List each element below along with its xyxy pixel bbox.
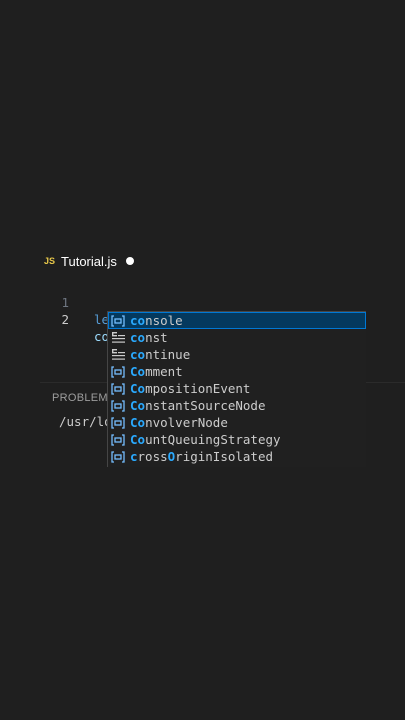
variable-icon [111, 416, 125, 429]
suggestion-item[interactable]: CompositionEvent [108, 380, 366, 397]
suggestion-item[interactable]: continue [108, 346, 366, 363]
suggestion-label: CountQueuingStrategy [130, 432, 281, 447]
variable-icon [111, 433, 125, 446]
suggestion-label: console [130, 313, 183, 328]
suggestion-label: CompositionEvent [130, 381, 251, 396]
suggestion-label: ConvolverNode [130, 415, 228, 430]
suggestion-item[interactable]: CountQueuingStrategy [108, 431, 366, 448]
suggestion-item[interactable]: ConvolverNode [108, 414, 366, 431]
variable-icon [111, 399, 125, 412]
suggestion-item[interactable]: ConstantSourceNode [108, 397, 366, 414]
tab-problems[interactable]: PROBLEMS [52, 392, 116, 404]
javascript-file-icon: JS [44, 256, 56, 266]
suggestion-label: continue [130, 347, 191, 362]
snippet-icon [111, 331, 125, 344]
variable-icon [111, 365, 125, 378]
tab-tutorial-js[interactable]: JS Tutorial.js [0, 248, 134, 274]
suggestion-label: ConstantSourceNode [130, 398, 266, 413]
variable-icon [111, 450, 125, 463]
suggestion-label: crossOriginIsolated [130, 449, 274, 464]
snippet-icon [111, 348, 125, 361]
suggestion-item[interactable]: Comment [108, 363, 366, 380]
line-number: 2 [61, 312, 69, 327]
suggestion-label: Comment [130, 364, 183, 379]
terminal-output: /usr/lo [59, 414, 112, 429]
code-line-2[interactable]: 2 co [0, 294, 111, 345]
variable-icon [111, 382, 125, 395]
line-number: 1 [61, 295, 69, 310]
unsaved-dot-icon[interactable] [125, 257, 134, 265]
editor-tab-bar: JS Tutorial.js [0, 248, 405, 274]
suggestion-label: const [130, 330, 168, 345]
code-line-1[interactable]: 1 let count = 0; [0, 277, 199, 327]
suggestion-widget[interactable]: console const continue Comment CompositionEv… [107, 311, 366, 467]
suggestion-item[interactable]: console [108, 312, 366, 329]
suggestion-item[interactable]: const [108, 329, 366, 346]
tab-label: Tutorial.js [61, 253, 117, 269]
variable-icon [111, 314, 125, 327]
suggestion-item[interactable]: crossOriginIsolated [108, 448, 366, 465]
